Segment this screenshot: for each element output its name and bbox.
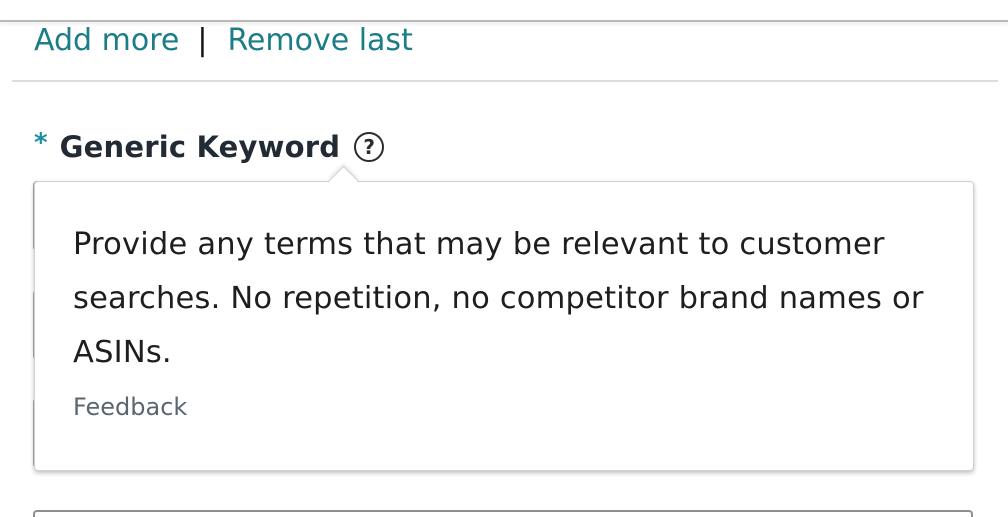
generic-keyword-label: * Generic Keyword ? (34, 126, 385, 168)
help-tooltip: Provide any terms that may be relevant t… (34, 181, 974, 471)
add-remove-actions: Add more | Remove last (34, 20, 413, 60)
remove-last-link[interactable]: Remove last (227, 23, 412, 58)
field-label-text: Generic Keyword (59, 130, 341, 164)
action-separator: | (197, 22, 208, 58)
add-more-link[interactable]: Add more (34, 23, 179, 58)
page: Add more | Remove last * Generic Keyword… (0, 0, 1008, 517)
question-circle-icon[interactable]: ? (354, 132, 385, 162)
next-field-input[interactable] (33, 510, 973, 517)
section-divider (12, 80, 998, 82)
feedback-link[interactable]: Feedback (73, 393, 187, 421)
required-marker: * (34, 128, 48, 158)
tooltip-text: Provide any terms that may be relevant t… (73, 227, 924, 370)
